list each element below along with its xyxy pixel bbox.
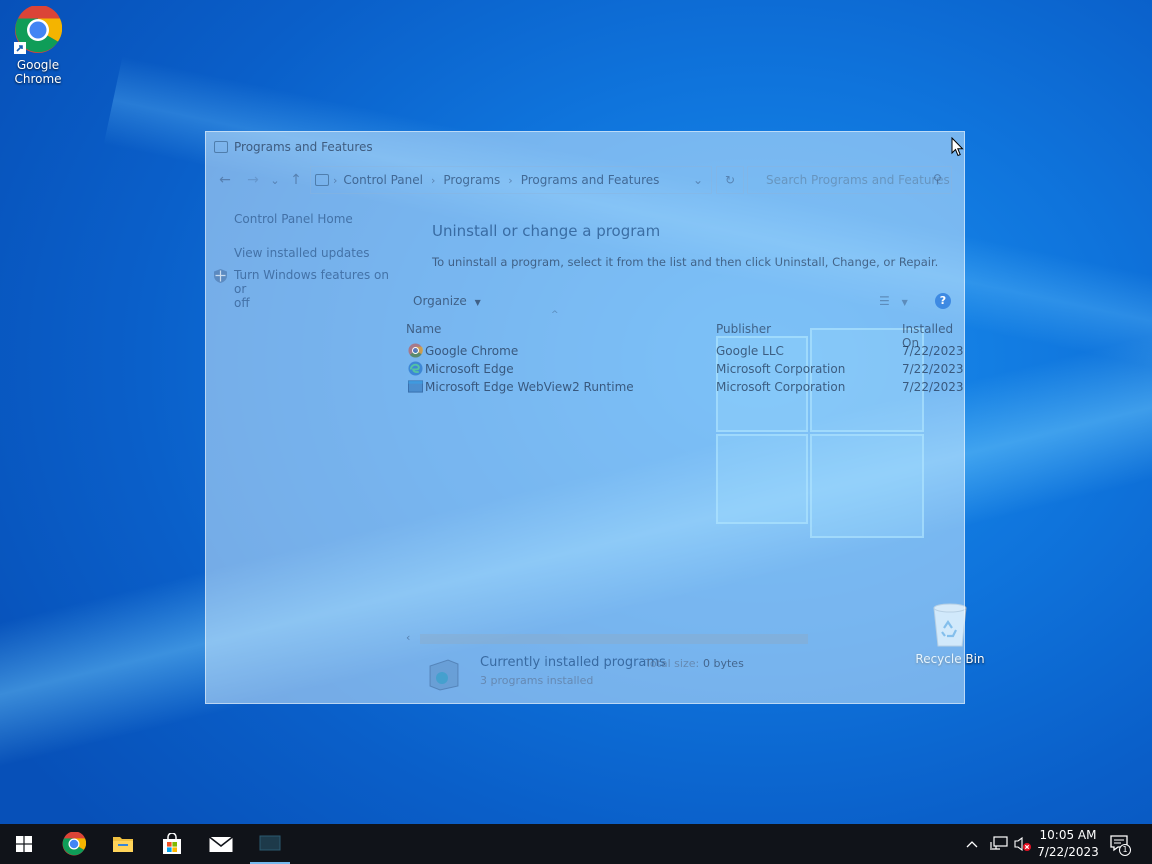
programs-box-icon xyxy=(429,659,459,691)
organize-label: Organize xyxy=(413,294,467,308)
search-input[interactable]: Search Programs and Features xyxy=(747,166,952,194)
mail-icon xyxy=(209,836,233,852)
table-row[interactable]: Microsoft Edge Microsoft Corporation 7/2… xyxy=(406,360,964,378)
details-title: Currently installed programs xyxy=(480,655,666,670)
taskbar-control-panel[interactable] xyxy=(246,824,294,864)
table-row[interactable]: Microsoft Edge WebView2 Runtime Microsof… xyxy=(406,378,964,396)
details-pane: Currently installed programs Total size:… xyxy=(406,648,962,702)
programs-and-features-window[interactable]: Programs and Features ← → ⌄ ↑ › Control … xyxy=(205,131,965,704)
clock[interactable]: 10:05 AM 7/22/2023 xyxy=(1030,827,1106,861)
control-panel-icon xyxy=(259,835,281,851)
view-options-icon: ☰ xyxy=(879,294,890,308)
clock-date: 7/22/2023 xyxy=(1037,845,1099,859)
program-publisher: Google LLC xyxy=(716,344,784,358)
address-dropdown-icon[interactable]: ⌄ xyxy=(693,173,703,187)
windows-start-icon xyxy=(16,836,32,852)
taskbar-file-explorer[interactable] xyxy=(99,824,147,864)
control-panel-icon xyxy=(214,141,228,153)
breadcrumb-control-panel[interactable]: Control Panel xyxy=(343,173,423,187)
back-button[interactable]: ← xyxy=(215,172,235,188)
breadcrumb-separator: › xyxy=(508,173,513,187)
start-button[interactable] xyxy=(0,824,48,864)
program-installed-on: 7/22/2023 xyxy=(902,380,964,394)
shortcut-arrow-icon xyxy=(14,42,26,54)
action-center-button[interactable]: 1 xyxy=(1110,824,1132,864)
shield-icon xyxy=(214,269,227,283)
program-installed-on: 7/22/2023 xyxy=(902,344,964,358)
control-panel-home-link[interactable]: Control Panel Home xyxy=(234,212,396,226)
program-publisher: Microsoft Corporation xyxy=(716,362,846,376)
edge-icon xyxy=(408,361,423,376)
programs-count: 3 programs installed xyxy=(480,674,594,687)
windows-features-item[interactable]: Turn Windows features on or off xyxy=(206,268,396,310)
breadcrumb-separator: › xyxy=(430,173,436,187)
total-size-value: 0 bytes xyxy=(703,657,744,670)
scrollbar-thumb[interactable] xyxy=(420,634,808,644)
view-installed-updates-link[interactable]: View installed updates xyxy=(234,246,396,260)
network-tray-button[interactable] xyxy=(990,824,1008,864)
turn-windows-features-link[interactable]: Turn Windows features on or xyxy=(234,268,396,296)
title-bar[interactable]: Programs and Features xyxy=(206,132,964,162)
organize-button[interactable]: Organize ▼ xyxy=(413,294,481,308)
column-header-publisher[interactable]: Publisher xyxy=(716,322,771,336)
show-hidden-icons-button[interactable] xyxy=(966,824,978,864)
folder-icon xyxy=(113,837,133,852)
program-publisher: Microsoft Corporation xyxy=(716,380,846,394)
left-pane: Control Panel Home View installed update… xyxy=(206,212,396,310)
store-icon xyxy=(163,833,181,854)
change-view-button[interactable]: ☰ ▼ xyxy=(879,294,908,308)
breadcrumb-programs-and-features[interactable]: Programs and Features xyxy=(521,173,660,187)
program-name: Google Chrome xyxy=(425,344,519,358)
column-header-name[interactable]: Name xyxy=(406,322,441,336)
clock-time: 10:05 AM xyxy=(1039,828,1097,842)
page-instructions: To uninstall a program, select it from t… xyxy=(432,255,939,269)
program-name: Microsoft Edge xyxy=(425,362,514,376)
control-panel-icon xyxy=(315,174,329,186)
recent-locations-button[interactable]: ⌄ xyxy=(265,174,285,187)
breadcrumb-separator: › xyxy=(333,173,338,187)
up-button[interactable]: ↑ xyxy=(286,172,306,188)
forward-button[interactable]: → xyxy=(243,172,263,188)
taskbar: 10:05 AM 7/22/2023 1 xyxy=(0,824,1152,864)
table-row[interactable]: Google Chrome Google LLC 7/22/2023 xyxy=(406,342,964,360)
chrome-icon xyxy=(62,832,86,856)
chrome-icon xyxy=(408,343,423,358)
search-icon: ⚲ xyxy=(933,172,942,186)
webview-icon xyxy=(408,380,423,393)
chevron-down-icon: ▼ xyxy=(474,298,481,307)
chevron-down-icon: ▼ xyxy=(901,298,908,307)
notification-count-badge: 1 xyxy=(1119,844,1131,856)
refresh-icon: ↻ xyxy=(724,173,736,187)
mouse-cursor-icon xyxy=(951,137,964,157)
taskbar-chrome[interactable] xyxy=(50,824,98,864)
page-title: Uninstall or change a program xyxy=(432,222,661,240)
horizontal-scrollbar[interactable]: ‹ xyxy=(406,631,962,646)
breadcrumb-programs[interactable]: Programs xyxy=(443,173,500,187)
chevron-up-icon xyxy=(966,841,978,848)
navigation-bar: ← → ⌄ ↑ › Control Panel › Programs › Pro… xyxy=(206,166,964,194)
network-icon xyxy=(990,836,1008,850)
sort-caret-icon: ^ xyxy=(551,310,559,320)
refresh-button[interactable]: ↻ xyxy=(716,166,744,194)
desktop-icon-google-chrome[interactable]: Google Chrome xyxy=(0,6,76,86)
taskbar-microsoft-store[interactable] xyxy=(148,824,196,864)
turn-windows-features-link-cont[interactable]: off xyxy=(234,296,396,310)
window-title: Programs and Features xyxy=(234,140,373,154)
help-button[interactable]: ? xyxy=(935,293,951,309)
address-bar[interactable]: › Control Panel › Programs › Programs an… xyxy=(310,166,712,194)
taskbar-mail[interactable] xyxy=(197,824,245,864)
total-size-label: Total size: xyxy=(645,657,700,670)
scroll-left-icon[interactable]: ‹ xyxy=(406,631,410,644)
program-installed-on: 7/22/2023 xyxy=(902,362,964,376)
desktop-icon-label: Google Chrome xyxy=(14,58,62,86)
program-name: Microsoft Edge WebView2 Runtime xyxy=(425,380,634,394)
